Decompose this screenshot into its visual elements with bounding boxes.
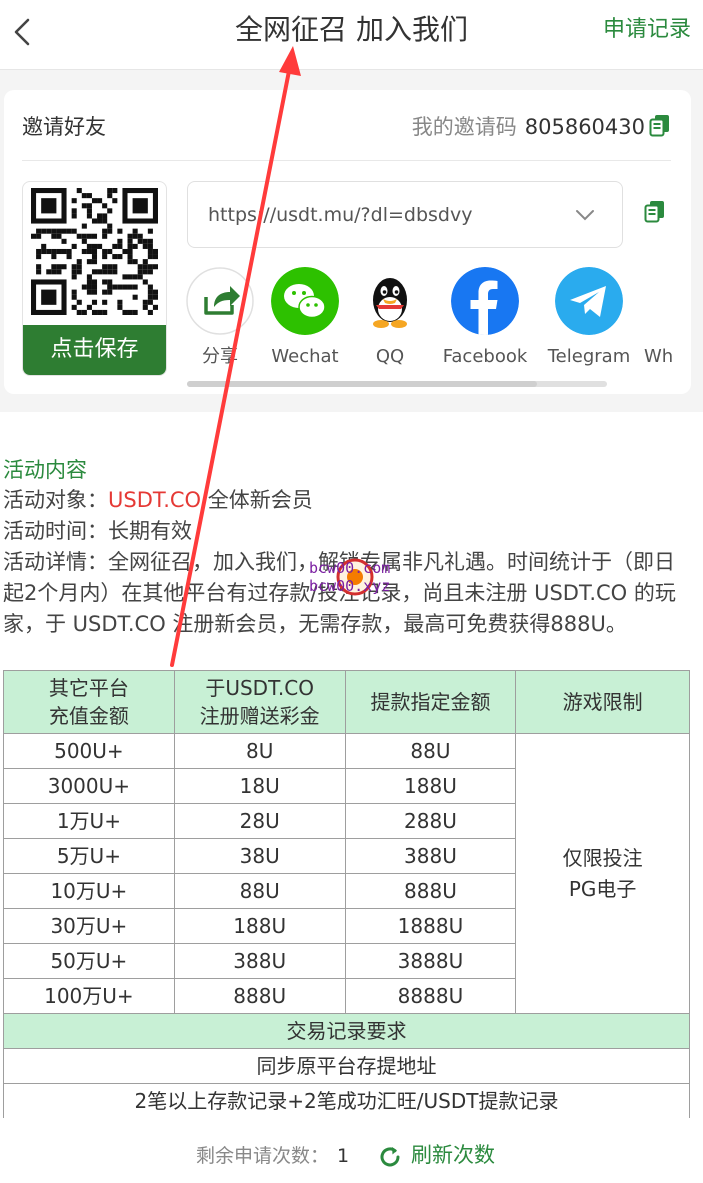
share-button[interactable]: 分享 <box>175 267 265 369</box>
table-cell: 188U <box>344 768 517 804</box>
activity-time-label: 活动时间： <box>3 519 108 543</box>
tx-row: 2笔以上存款记录+2笔成功汇旺/USDT提款记录 <box>3 1083 690 1119</box>
header-bar: 全网征召 加入我们 申请记录 <box>0 0 703 70</box>
qr-code-card: 点击保存 <box>22 181 167 376</box>
activity-time-value: 长期有效 <box>108 519 192 543</box>
facebook-label: Facebook <box>442 346 528 367</box>
activity-target-label: 活动对象： <box>3 488 108 512</box>
telegram-label: Telegram <box>547 346 631 367</box>
refresh-icon[interactable] <box>377 1144 403 1170</box>
table-cell: 388U <box>344 838 517 874</box>
refresh-button[interactable]: 刷新次数 <box>411 1140 495 1170</box>
activity-time: 活动时间：长期有效 <box>3 516 192 547</box>
table-cell: 10万U+ <box>3 873 175 909</box>
watermark-text: bcw00.xyz <box>309 577 391 595</box>
activity-section-title: 活动内容 <box>3 458 87 482</box>
tx-row: 同步原平台存提地址 <box>3 1048 690 1084</box>
table-cell: 388U <box>173 943 346 979</box>
wechat-label: Wechat <box>271 346 339 367</box>
wechat-icon <box>271 267 339 335</box>
qq-label: QQ <box>375 346 405 367</box>
table-cell: 888U <box>344 873 517 909</box>
table-cell: 188U <box>173 908 346 944</box>
invite-url-text: https://usdt.mu/?dl=dbsdvy <box>208 204 473 226</box>
watermark-logo: bcw00.com bcw00.xyz <box>305 557 415 601</box>
table-header: 游戏限制 <box>515 670 690 734</box>
invite-friends-title: 邀请好友 <box>22 115 106 139</box>
watermark-text: bcw00.com <box>309 559 391 577</box>
table-cell: 88U <box>344 733 517 769</box>
table-header-row: 其它平台 充值金额 于USDT.CO 注册赠送彩金 提款指定金额 游戏限制 <box>3 670 690 734</box>
tx-requirement-cell: 同步原平台存提地址 <box>3 1048 690 1084</box>
share-whatsapp-button[interactable]: Wh <box>644 267 684 369</box>
facebook-icon <box>451 267 519 335</box>
activity-target-value: 全体新会员 <box>201 488 313 512</box>
share-icon <box>186 267 254 335</box>
table-cell: 50万U+ <box>3 943 175 979</box>
share-whatsapp-clip: Wh <box>644 267 691 387</box>
table-cell: 888U <box>173 978 346 1014</box>
table-header: 于USDT.CO 注册赠送彩金 <box>173 670 346 734</box>
save-qr-button[interactable]: 点击保存 <box>23 325 166 375</box>
table-cell: 8888U <box>344 978 517 1014</box>
divider <box>22 160 671 161</box>
share-wechat-button[interactable]: Wechat <box>260 267 350 369</box>
remaining-count: 剩余申请次数： 1 <box>196 1142 349 1170</box>
telegram-icon <box>555 267 623 335</box>
table-cell: 288U <box>344 803 517 839</box>
tx-title-cell: 交易记录要求 <box>3 1013 690 1049</box>
table-cell: 3888U <box>344 943 517 979</box>
table-cell: 3000U+ <box>3 768 175 804</box>
share-telegram-button[interactable]: Telegram <box>544 267 634 369</box>
table-cell: 1888U <box>344 908 517 944</box>
game-limit-cell: 仅限投注 PG电子 <box>515 733 690 1014</box>
whatsapp-label: Wh <box>644 346 674 367</box>
share-scrollbar-thumb[interactable] <box>187 381 537 387</box>
tx-title-row: 交易记录要求 <box>3 1013 690 1049</box>
table-cell: 100万U+ <box>3 978 175 1014</box>
qr-code-image <box>31 188 158 315</box>
copy-url-icon[interactable] <box>644 200 666 224</box>
invite-code-value: 805860430 <box>524 115 645 139</box>
table-header: 提款指定金额 <box>344 670 517 734</box>
remaining-value: 1 <box>337 1145 350 1167</box>
share-qq-button[interactable]: QQ <box>345 267 435 369</box>
share-facebook-button[interactable]: Facebook <box>440 267 530 369</box>
apply-records-link[interactable]: 申请记录 <box>603 14 691 46</box>
chevron-down-icon <box>576 210 594 221</box>
share-label: 分享 <box>202 346 238 367</box>
invite-code-row: 我的邀请码 805860430 <box>412 112 645 142</box>
tx-requirement-cell: 2笔以上存款记录+2笔成功汇旺/USDT提款记录 <box>3 1083 690 1119</box>
invite-code-label: 我的邀请码 <box>411 115 517 139</box>
invite-url-select[interactable]: https://usdt.mu/?dl=dbsdvy <box>187 181 623 248</box>
activity-target: 活动对象：USDT.CO 全体新会员 <box>3 485 313 516</box>
table-cell: 18U <box>173 768 346 804</box>
table-cell: 88U <box>173 873 346 909</box>
page-title: 全网征召 加入我们 <box>235 13 468 46</box>
table-cell: 28U <box>173 803 346 839</box>
footer-bar: 剩余申请次数： 1 刷新次数 <box>0 1118 703 1183</box>
table-header: 其它平台 充值金额 <box>3 670 175 734</box>
qq-icon <box>373 278 407 328</box>
table-row: 500U+ 8U 88U 仅限投注 PG电子 <box>3 733 690 1014</box>
table-cell: 1万U+ <box>3 803 175 839</box>
table-cell: 500U+ <box>3 733 175 769</box>
table-cell: 5万U+ <box>3 838 175 874</box>
table-cell: 38U <box>173 838 346 874</box>
table-cell: 8U <box>173 733 346 769</box>
table-cell: 30万U+ <box>3 908 175 944</box>
share-scrollbar[interactable] <box>187 381 607 387</box>
bonus-table: 其它平台 充值金额 于USDT.CO 注册赠送彩金 提款指定金额 游戏限制 50… <box>3 670 690 1119</box>
remaining-label: 剩余申请次数： <box>196 1145 330 1167</box>
copy-code-icon[interactable] <box>649 114 671 138</box>
activity-detail-label: 活动详情： <box>3 550 108 574</box>
brand-name: USDT.CO <box>108 488 202 512</box>
invite-card: 邀请好友 我的邀请码 805860430 点击保存 https://usdt.mu… <box>4 90 691 394</box>
